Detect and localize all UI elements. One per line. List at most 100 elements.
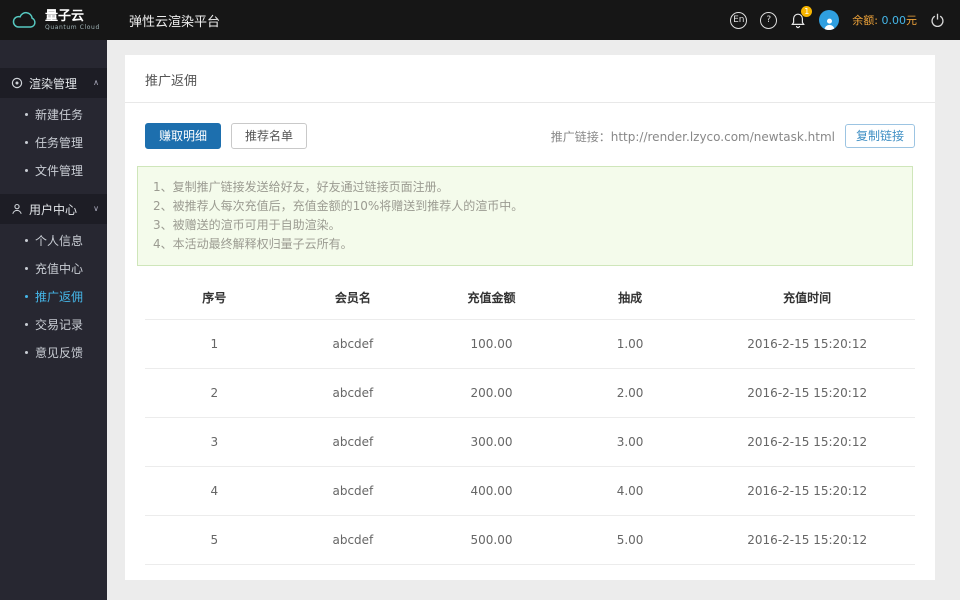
balance-label: 余额:: [852, 14, 878, 27]
notice-line: 1、复制推广链接发送给好友，好友通过链接页面注册。: [153, 180, 449, 194]
cell-commission: 1.00: [560, 319, 700, 369]
bullet-icon: [25, 294, 28, 298]
cell-amount: 300.00: [422, 417, 561, 467]
sidebar-item-label: 文件管理: [35, 163, 84, 178]
table-row: 4 abcdef 400.00 4.00 2016-2-15 15:20:12: [145, 466, 915, 516]
cell-commission: 5.00: [560, 515, 700, 565]
table-row: 1 abcdef 100.00 1.00 2016-2-15 15:20:12: [145, 319, 915, 369]
sidebar-item-label: 新建任务: [35, 107, 84, 122]
col-header-index: 序号: [202, 291, 227, 305]
cell-commission: 2.00: [560, 368, 700, 418]
sidebar-item-recharge-center[interactable]: 充值中心: [0, 254, 107, 282]
promotion-rebate-card: 推广返佣 赚取明细 推荐名单 推广链接：http://render.lzyco.…: [125, 55, 935, 580]
cell-time: 2016-2-15 15:20:12: [699, 319, 915, 369]
sidebar-item-label: 推广返佣: [35, 289, 84, 304]
col-header-amount: 充值金额: [467, 291, 516, 305]
cell-index: 2: [145, 368, 284, 418]
sidebar-item-transaction-records[interactable]: 交易记录: [0, 310, 107, 338]
sidebar-section-render-management[interactable]: 渲染管理 ∧: [0, 68, 107, 98]
sidebar-item-personal-info[interactable]: 个人信息: [0, 226, 107, 254]
cell-amount: 200.00: [422, 368, 561, 418]
sidebar-section-label: 用户中心: [29, 202, 78, 217]
logout-button[interactable]: [930, 13, 945, 28]
user-center-icon: [11, 203, 23, 215]
balance-value: 0.00: [881, 14, 907, 27]
cell-time: 2016-2-15 15:20:12: [699, 368, 915, 418]
cell-commission: 3.00: [560, 417, 700, 467]
promotion-rules-notice: 1、复制推广链接发送给好友，好友通过链接页面注册。 2、被推荐人每次充值后，充值…: [137, 166, 913, 266]
bullet-icon: [25, 168, 28, 172]
balance-unit: 元: [906, 14, 917, 27]
promo-link-url: http://render.lzyco.com/newtask.html: [610, 129, 835, 144]
help-icon[interactable]: ?: [760, 11, 778, 29]
page-title: 推广返佣: [125, 55, 935, 103]
bullet-icon: [25, 350, 28, 354]
sidebar-item-promotion-rebate[interactable]: 推广返佣: [0, 282, 107, 310]
user-avatar-icon: [824, 18, 835, 30]
cell-amount: 400.00: [422, 466, 561, 516]
cell-amount: 500.00: [422, 515, 561, 565]
main-content: 推广返佣 赚取明细 推荐名单 推广链接：http://render.lzyco.…: [107, 40, 960, 600]
topbar-actions: En ? 1 余额: 0.00元: [730, 5, 960, 30]
sidebar-item-label: 任务管理: [35, 135, 84, 150]
col-header-member: 会员名: [334, 291, 371, 305]
logo-subtitle: Quantum Cloud: [45, 23, 100, 31]
cell-amount: 100.00: [422, 319, 561, 369]
sidebar-item-label: 意见反馈: [35, 345, 84, 360]
copy-link-button[interactable]: 复制链接: [844, 124, 915, 148]
table-header-row: 序号 会员名 充值金额 抽成 充值时间: [145, 274, 915, 320]
rebate-table: 序号 会员名 充值金额 抽成 充值时间 1 abcdef 100.00 1.00…: [145, 274, 915, 565]
sidebar-item-label: 充值中心: [35, 261, 84, 276]
language-toggle[interactable]: En: [730, 11, 748, 29]
cell-index: 5: [145, 515, 284, 565]
cloud-logo-icon: [10, 10, 40, 31]
cell-time: 2016-2-15 15:20:12: [699, 466, 915, 516]
cell-time: 2016-2-15 15:20:12: [699, 515, 915, 565]
table-row: 5 abcdef 500.00 5.00 2016-2-15 15:20:12: [145, 515, 915, 565]
col-header-time: 充值时间: [783, 291, 832, 305]
sidebar-group-render: 新建任务 任务管理 文件管理: [0, 98, 107, 185]
avatar[interactable]: [819, 10, 840, 30]
promo-link-label: 推广链接：: [550, 129, 611, 144]
bullet-icon: [25, 140, 28, 144]
rebate-table-wrap: 序号 会员名 充值金额 抽成 充值时间 1 abcdef 100.00 1.00…: [145, 274, 915, 565]
app-title: 弹性云渲染平台: [129, 14, 221, 30]
sidebar-item-feedback[interactable]: 意见反馈: [0, 338, 107, 366]
notifications-button[interactable]: 1: [790, 5, 813, 29]
logo-text: 量子云 Quantum Cloud: [45, 9, 100, 31]
toolbar: 赚取明细 推荐名单 推广链接：http://render.lzyco.com/n…: [125, 103, 935, 149]
cell-member: abcdef: [283, 417, 423, 467]
notification-badge: 1: [801, 5, 813, 17]
cell-index: 3: [145, 417, 284, 467]
bullet-icon: [25, 238, 28, 242]
power-icon: [931, 13, 944, 27]
chevron-up-icon: ∧: [93, 78, 99, 87]
notice-line: 2、被推荐人每次充值后，充值金额的10%将赠送到推荐人的渲币中。: [153, 199, 524, 213]
promo-link-area: 推广链接：http://render.lzyco.com/newtask.htm…: [551, 124, 915, 148]
cell-index: 1: [145, 319, 284, 369]
sidebar-section-user-center[interactable]: 用户中心 ∨: [0, 194, 107, 224]
bullet-icon: [25, 112, 28, 116]
bullet-icon: [25, 266, 28, 270]
sidebar-group-user: 个人信息 充值中心 推广返佣 交易记录 意见反馈: [0, 224, 107, 367]
earn-detail-button[interactable]: 赚取明细: [145, 123, 222, 149]
notice-line: 3、被赠送的渲币可用于自助渲染。: [153, 218, 341, 232]
sidebar-item-label: 个人信息: [35, 233, 84, 248]
cell-member: abcdef: [283, 368, 423, 418]
cell-commission: 4.00: [560, 466, 700, 516]
referral-list-button[interactable]: 推荐名单: [231, 123, 308, 149]
sidebar-item-label: 交易记录: [35, 317, 84, 332]
sidebar-item-file-management[interactable]: 文件管理: [0, 156, 107, 184]
cell-member: abcdef: [283, 466, 423, 516]
logo[interactable]: 量子云 Quantum Cloud: [0, 0, 107, 40]
table-row: 2 abcdef 200.00 2.00 2016-2-15 15:20:12: [145, 368, 915, 418]
balance: 余额: 0.00元: [852, 12, 917, 28]
notice-line: 4、本活动最终解释权归量子云所有。: [153, 237, 353, 251]
sidebar-item-new-task[interactable]: 新建任务: [0, 100, 107, 128]
bullet-icon: [25, 322, 28, 326]
cell-time: 2016-2-15 15:20:12: [699, 417, 915, 467]
table-row: 3 abcdef 300.00 3.00 2016-2-15 15:20:12: [145, 417, 915, 467]
promo-link-text: 推广链接：http://render.lzyco.com/newtask.htm…: [551, 128, 835, 145]
sidebar: 渲染管理 ∧ 新建任务 任务管理 文件管理 用户中心 ∨ 个人信息 充值中心 推…: [0, 40, 107, 600]
sidebar-item-task-management[interactable]: 任务管理: [0, 128, 107, 156]
